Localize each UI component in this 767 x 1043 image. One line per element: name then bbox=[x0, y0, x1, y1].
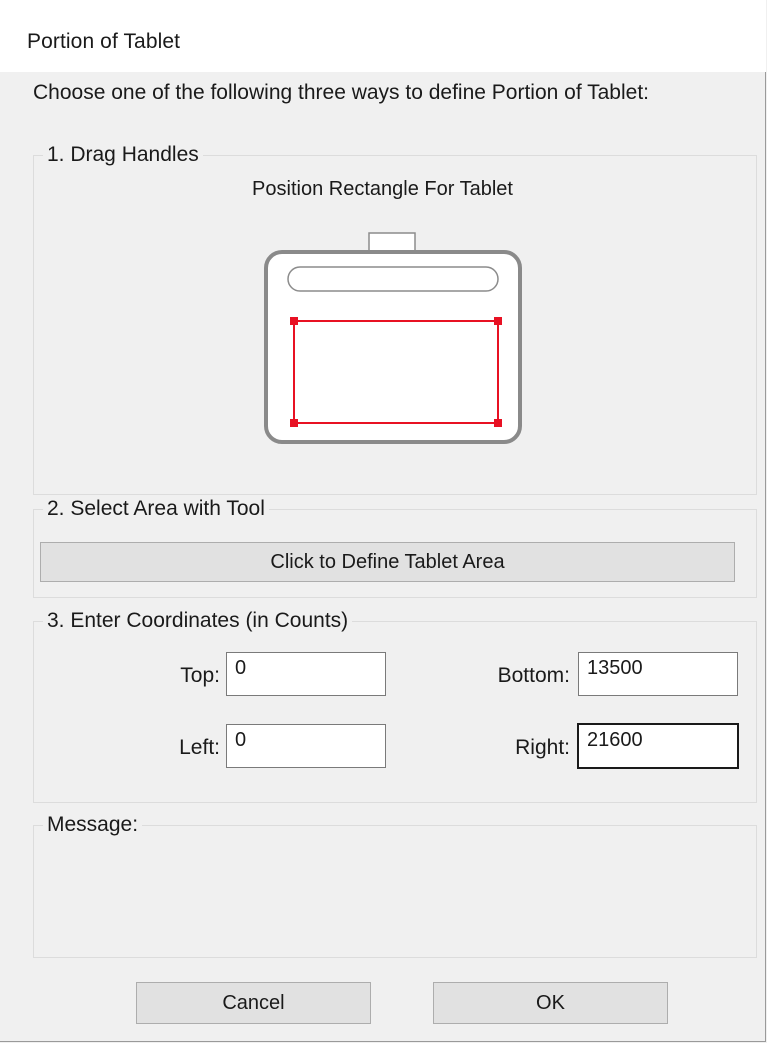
left-field[interactable] bbox=[226, 724, 386, 768]
bottom-right-handle[interactable] bbox=[494, 419, 502, 427]
position-rectangle-caption: Position Rectangle For Tablet bbox=[252, 178, 513, 200]
top-label: Top: bbox=[180, 664, 220, 687]
tablet-connector-icon bbox=[368, 232, 416, 253]
bottom-label: Bottom: bbox=[497, 664, 570, 687]
bottom-left-handle[interactable] bbox=[290, 419, 298, 427]
drag-handles-legend: 1. Drag Handles bbox=[43, 142, 203, 168]
top-field[interactable] bbox=[226, 652, 386, 696]
portion-of-tablet-dialog: Portion of Tablet Choose one of the foll… bbox=[0, 0, 766, 1042]
coordinates-legend: 3. Enter Coordinates (in Counts) bbox=[43, 608, 353, 634]
message-group: Message: bbox=[33, 812, 757, 958]
tablet-express-keys-icon bbox=[287, 266, 499, 292]
dialog-title: Portion of Tablet bbox=[27, 30, 181, 53]
instructions-text: Choose one of the following three ways t… bbox=[33, 81, 650, 104]
left-label: Left: bbox=[179, 736, 220, 759]
message-legend: Message: bbox=[43, 812, 143, 838]
ok-button[interactable]: OK bbox=[433, 982, 668, 1024]
tablet-preview bbox=[264, 232, 522, 444]
bottom-field[interactable] bbox=[578, 652, 738, 696]
right-field[interactable] bbox=[577, 723, 739, 769]
dialog-titlebar: Portion of Tablet bbox=[0, 0, 766, 72]
coordinates-group: 3. Enter Coordinates (in Counts) bbox=[33, 608, 757, 803]
top-left-handle[interactable] bbox=[290, 317, 298, 325]
top-right-handle[interactable] bbox=[494, 317, 502, 325]
cancel-button[interactable]: Cancel bbox=[136, 982, 371, 1024]
define-tablet-area-button[interactable]: Click to Define Tablet Area bbox=[40, 542, 735, 582]
right-label: Right: bbox=[515, 736, 570, 759]
select-area-legend: 2. Select Area with Tool bbox=[43, 496, 269, 522]
